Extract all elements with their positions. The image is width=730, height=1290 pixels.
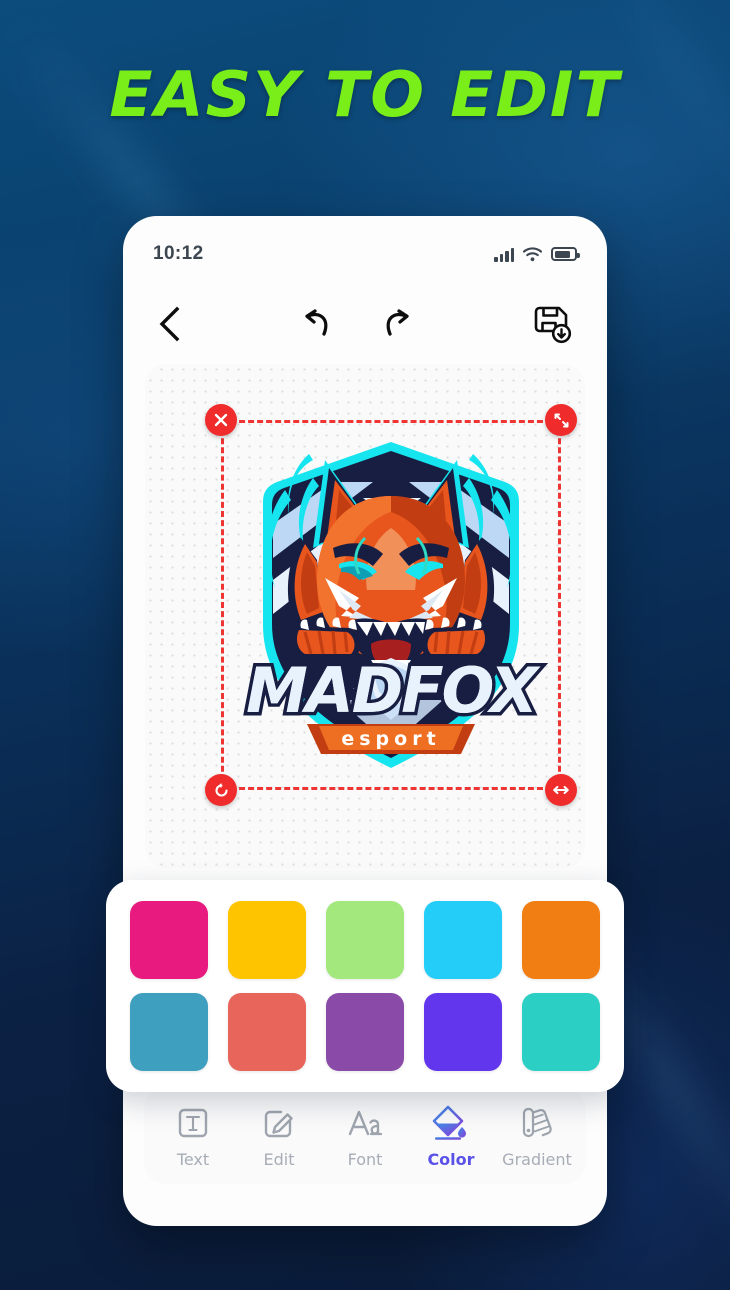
status-bar: 10:12 (123, 216, 607, 278)
color-swatch[interactable] (424, 993, 502, 1071)
undo-arrow-icon (305, 309, 328, 336)
swatch-fan-icon (517, 1103, 557, 1143)
tool-tab-label: Gradient (502, 1150, 572, 1169)
app-promo-stage: EASY TO EDIT 10:12 MADFOX MADFOX esport … (0, 0, 730, 1290)
promo-headline: EASY TO EDIT (109, 58, 621, 131)
font-aa-icon (345, 1103, 385, 1143)
tool-tab-font[interactable]: Font (326, 1103, 404, 1169)
tool-tab-label: Font (347, 1150, 383, 1169)
editor-toolbar (123, 288, 607, 360)
tool-tabs-bar: Text Edit Font Color Gradient (144, 1088, 586, 1184)
undo-button[interactable] (295, 301, 341, 347)
color-swatch-row-1 (130, 901, 600, 979)
fox-esport-logo-artwork[interactable]: MADFOX MADFOX esport (221, 420, 561, 790)
color-palette-panel[interactable] (106, 880, 624, 1092)
battery-icon (551, 247, 580, 261)
scale-handle[interactable] (545, 404, 577, 436)
rotate-handle[interactable] (205, 774, 237, 806)
tool-tab-color[interactable]: Color (412, 1103, 490, 1169)
signal-bars-icon (494, 247, 514, 262)
tool-tab-gradient[interactable]: Gradient (498, 1103, 576, 1169)
logo-subtitle: esport (341, 728, 440, 750)
color-swatch[interactable] (228, 901, 306, 979)
color-swatch-row-2 (130, 993, 600, 1071)
back-button[interactable] (151, 300, 189, 348)
chevron-left-icon (159, 306, 180, 342)
delete-handle[interactable] (205, 404, 237, 436)
selection-edge-right (558, 420, 561, 790)
tool-tab-text[interactable]: Text (154, 1103, 232, 1169)
tool-tab-label: Text (176, 1150, 210, 1169)
status-bar-icons (494, 246, 580, 262)
pencil-icon (259, 1103, 299, 1143)
selection-edge-bottom (221, 787, 561, 790)
color-swatch[interactable] (424, 901, 502, 979)
selection-edge-left (221, 420, 224, 790)
paint-bucket-icon (431, 1103, 471, 1143)
logo-title-fill: MADFOX (246, 654, 541, 727)
color-swatch[interactable] (130, 901, 208, 979)
status-bar-clock: 10:12 (153, 243, 204, 264)
rotate-icon (214, 782, 228, 797)
arrows-horizontal-icon (553, 785, 569, 795)
save-button[interactable] (525, 297, 579, 351)
scale-diagonal-icon (554, 413, 568, 427)
color-swatch[interactable] (130, 993, 208, 1071)
save-download-icon (534, 306, 572, 344)
phone-mockup: 10:12 MADFOX MADFOX esport Text Edit Fon… (106, 216, 624, 1226)
selection-edge-top (221, 420, 561, 423)
redo-button[interactable] (373, 301, 419, 347)
text-box-icon (173, 1103, 213, 1143)
tool-tab-edit[interactable]: Edit (240, 1103, 318, 1169)
color-swatch[interactable] (326, 993, 404, 1071)
design-canvas[interactable]: MADFOX MADFOX esport (145, 364, 585, 868)
selection-box[interactable]: MADFOX MADFOX esport (205, 404, 577, 806)
color-swatch[interactable] (228, 993, 306, 1071)
color-swatch[interactable] (522, 993, 600, 1071)
wifi-icon (523, 246, 542, 261)
color-swatch[interactable] (326, 901, 404, 979)
color-swatch[interactable] (522, 901, 600, 979)
tool-tab-label: Color (427, 1150, 475, 1169)
redo-arrow-icon (386, 309, 409, 336)
tool-tab-label: Edit (263, 1150, 295, 1169)
close-icon (214, 413, 228, 427)
undo-redo-group (189, 301, 525, 347)
flip-handle[interactable] (545, 774, 577, 806)
